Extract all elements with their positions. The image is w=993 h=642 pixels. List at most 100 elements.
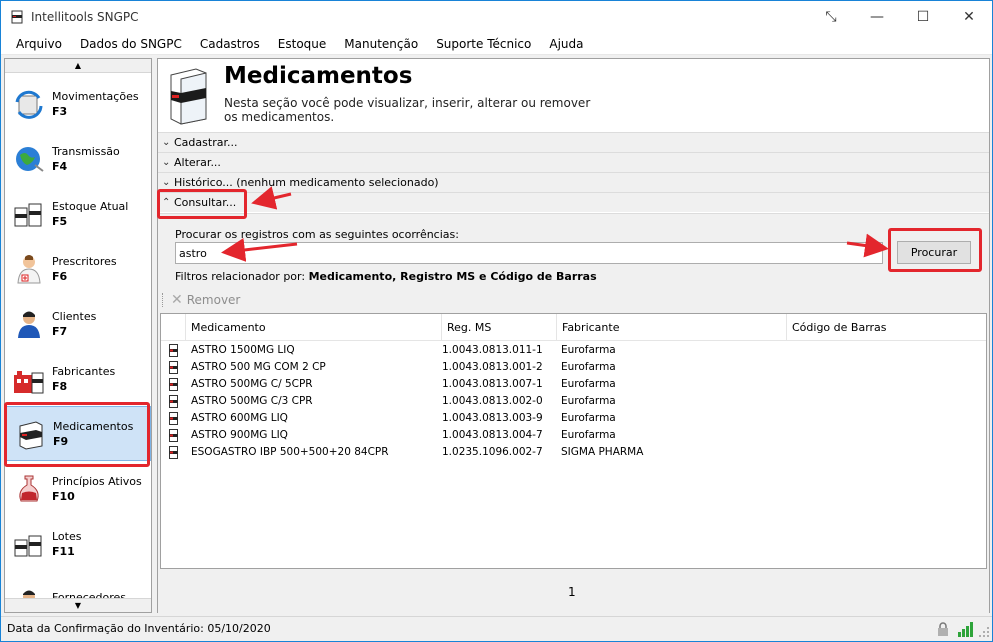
app-logo-icon	[9, 9, 25, 25]
sidebar-item-label: Prescritores	[52, 254, 117, 268]
cell-reg-ms: 1.0043.0813.004-7	[442, 429, 543, 441]
sidebar-scroll-down-button[interactable]: ▼	[5, 598, 151, 612]
sidebar-item-label: Movimentações	[52, 89, 139, 103]
menu-arquivo[interactable]: Arquivo	[1, 33, 71, 55]
cell-reg-ms: 1.0043.0813.003-9	[442, 412, 543, 424]
menu-manutencao[interactable]: Manutenção	[335, 33, 427, 55]
column-header-codigo-barras[interactable]: Código de Barras	[786, 314, 986, 341]
page-title: Medicamentos	[224, 63, 413, 89]
status-bar: Data da Confirmação do Inventário: 05/10…	[1, 616, 992, 641]
chevron-down-icon: ⌄	[162, 157, 171, 168]
maximize-button[interactable]: ☐	[900, 1, 946, 33]
column-header-reg-ms[interactable]: Reg. MS	[441, 314, 556, 341]
sidebar-item-prescritores[interactable]: Prescritores F6	[5, 241, 151, 296]
doctor-icon	[11, 251, 47, 287]
medicine-row-icon	[169, 412, 178, 425]
menu-cadastros[interactable]: Cadastros	[191, 33, 269, 55]
sidebar-item-shortcut: F5	[52, 214, 68, 228]
table-row[interactable]: ASTRO 500MG C/3 CPR 1.0043.0813.002-0 Euro…	[161, 393, 986, 410]
medicamentos-table[interactable]: Medicamento Reg. MS Fabricante Código de…	[160, 313, 987, 569]
section-cadastrar[interactable]: ⌄ Cadastrar...	[158, 132, 989, 152]
movements-icon	[11, 86, 47, 122]
sidebar-item-principios-ativos[interactable]: Princípios Ativos F10	[5, 461, 151, 516]
column-header-medicamento[interactable]: Medicamento	[185, 314, 441, 341]
factory-icon	[11, 361, 47, 397]
highlight-box-procurar	[888, 228, 982, 272]
medicine-row-icon	[169, 429, 178, 442]
table-row[interactable]: ASTRO 1500MG LIQ 1.0043.0813.011-1 Eurofar…	[161, 342, 986, 359]
section-alterar[interactable]: ⌄ Alterar...	[158, 152, 989, 172]
cell-reg-ms: 1.0043.0813.007-1	[442, 378, 543, 390]
section-consultar[interactable]: ⌃ Consultar...	[158, 192, 989, 212]
sidebar-item-shortcut: F7	[52, 324, 68, 338]
cell-fabricante: Eurofarma	[561, 361, 616, 373]
sidebar-item-shortcut: F4	[52, 159, 68, 173]
table-row[interactable]: ESOGASTRO IBP 500+500+20 84CPR 1.0235.109…	[161, 444, 986, 461]
table-row[interactable]: ASTRO 600MG LIQ 1.0043.0813.003-9 Eurofarm…	[161, 410, 986, 427]
table-header: Medicamento Reg. MS Fabricante Código de…	[161, 314, 986, 341]
sidebar-item-shortcut: F11	[52, 544, 75, 558]
cell-medicamento: ASTRO 900MG LIQ	[191, 429, 288, 441]
cell-fabricante: Eurofarma	[561, 378, 616, 390]
cell-fabricante: Eurofarma	[561, 412, 616, 424]
sidebar-item-label: Fabricantes	[52, 364, 116, 378]
sidebar-item-shortcut: F6	[52, 269, 68, 283]
table-row[interactable]: ASTRO 500MG C/ 5CPR 1.0043.0813.007-1 Euro…	[161, 376, 986, 393]
resize-toggle-button[interactable]: ⤡	[808, 1, 854, 33]
flask-icon	[11, 471, 47, 507]
sidebar-scroll-up-button[interactable]: ▲	[5, 59, 151, 73]
remove-button[interactable]: ✕ Remover	[171, 292, 240, 308]
lots-icon	[11, 526, 47, 562]
chevron-down-icon: ⌄	[162, 177, 171, 188]
globe-icon	[11, 141, 47, 177]
sidebar-item-shortcut: F10	[52, 489, 75, 503]
cell-fabricante: Eurofarma	[561, 344, 616, 356]
sidebar-item-movimentacoes[interactable]: Movimentações F3	[5, 76, 151, 131]
lock-icon	[937, 622, 949, 636]
medicine-row-icon	[169, 446, 178, 459]
delete-x-icon: ✕	[171, 292, 183, 308]
toolbar-grip	[162, 293, 165, 307]
menu-ajuda[interactable]: Ajuda	[540, 33, 592, 55]
highlight-box-consultar	[157, 189, 247, 219]
sidebar-item-transmissao[interactable]: Transmissão F4	[5, 131, 151, 186]
section-historico[interactable]: ⌄ Histórico... (nenhum medicamento selec…	[158, 172, 989, 192]
title-bar: Intellitools SNGPC ⤡ — ☐ ✕	[1, 1, 992, 33]
column-header-fabricante[interactable]: Fabricante	[556, 314, 786, 341]
close-button[interactable]: ✕	[946, 1, 992, 33]
filters-value: Medicamento, Registro MS e Código de Bar…	[308, 270, 597, 283]
sidebar-item-shortcut: F8	[52, 379, 68, 393]
section-label: Histórico... (nenhum medicamento selecio…	[174, 176, 439, 189]
table-row[interactable]: ASTRO 900MG LIQ 1.0043.0813.004-7 Eurofarm…	[161, 427, 986, 444]
cell-fabricante: Eurofarma	[561, 395, 616, 407]
sidebar-item-fabricantes[interactable]: Fabricantes F8	[5, 351, 151, 406]
status-inventory-date: Data da Confirmação do Inventário: 05/10…	[7, 622, 271, 635]
medicine-row-icon	[169, 361, 178, 374]
cell-fabricante: SIGMA PHARMA	[561, 446, 644, 458]
page-header: Medicamentos Nesta seção você pode visua…	[158, 59, 989, 132]
cell-reg-ms: 1.0235.1096.002-7	[442, 446, 543, 458]
table-row[interactable]: ASTRO 500 MG COM 2 CP 1.0043.0813.001-2 Eu…	[161, 359, 986, 376]
search-label: Procurar os registros com as seguintes o…	[175, 228, 459, 241]
sidebar-item-clientes[interactable]: Clientes F7	[5, 296, 151, 351]
sidebar-item-estoque-atual[interactable]: Estoque Atual F5	[5, 186, 151, 241]
resize-grip-icon[interactable]	[978, 626, 990, 638]
sidebar-item-lotes[interactable]: Lotes F11	[5, 516, 151, 571]
menu-dados-sngpc[interactable]: Dados do SNGPC	[71, 33, 191, 55]
stock-boxes-icon	[11, 196, 47, 232]
search-input[interactable]	[175, 242, 883, 264]
menu-estoque[interactable]: Estoque	[269, 33, 336, 55]
filters-info: Filtros relacionador por: Medicamento, R…	[175, 270, 597, 283]
client-icon	[11, 306, 47, 342]
remove-label: Remover	[186, 293, 241, 307]
sidebar-item-shortcut: F3	[52, 104, 68, 118]
page-number[interactable]: 1	[568, 585, 576, 599]
cell-medicamento: ASTRO 500 MG COM 2 CP	[191, 361, 326, 373]
section-label: Alterar...	[174, 156, 221, 169]
menu-suporte-tecnico[interactable]: Suporte Técnico	[427, 33, 540, 55]
cell-reg-ms: 1.0043.0813.011-1	[442, 344, 543, 356]
minimize-button[interactable]: —	[854, 1, 900, 33]
filters-prefix: Filtros relacionador por:	[175, 270, 306, 283]
sidebar-item-label: Estoque Atual	[52, 199, 129, 213]
cell-reg-ms: 1.0043.0813.001-2	[442, 361, 543, 373]
